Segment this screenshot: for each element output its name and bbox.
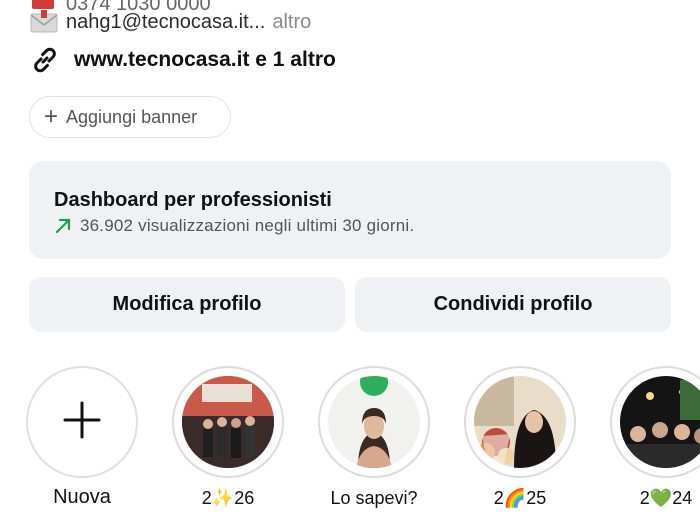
highlight-item[interactable]: 2💚24: [610, 366, 700, 509]
plus-icon: [62, 400, 102, 445]
highlight-cover-image: [474, 376, 566, 468]
highlight-cover-image: [620, 376, 700, 468]
email-more[interactable]: altro: [272, 11, 311, 34]
highlight-label: 2✨26: [201, 488, 255, 508]
website-link[interactable]: www.tecnocasa.it e 1 altro: [74, 48, 336, 72]
highlight-label: 2🌈25: [493, 488, 547, 508]
email-text: nahg1@tecnocasa.it...: [66, 10, 266, 33]
dashboard-stats: 36.902 visualizzazioni negli ultimi 30 g…: [80, 216, 415, 235]
highlight-label: 2💚24: [639, 488, 693, 508]
highlight-cover-image: [182, 376, 274, 468]
add-banner-button[interactable]: + Aggiungi banner: [29, 96, 231, 138]
edit-profile-button[interactable]: Modifica profilo: [29, 277, 345, 332]
highlight-item[interactable]: 2🌈25: [464, 366, 576, 509]
highlight-item[interactable]: 2✨26: [172, 366, 284, 509]
envelope-icon: [30, 10, 58, 34]
website-row[interactable]: www.tecnocasa.it e 1 altro: [30, 44, 336, 76]
share-profile-button[interactable]: Condividi profilo: [355, 277, 671, 332]
email-row[interactable]: nahg1@tecnocasa.it... altro: [30, 8, 311, 36]
link-icon: [30, 45, 60, 75]
add-banner-label: Aggiungi banner: [66, 106, 198, 127]
trend-up-arrow-icon: [54, 217, 72, 235]
highlight-label: Lo sapevi?: [330, 488, 418, 508]
professional-dashboard-card[interactable]: Dashboard per professionisti 36.902 visu…: [29, 161, 671, 259]
highlight-new[interactable]: Nuova: [26, 366, 138, 509]
highlight-item[interactable]: Lo sapevi?: [318, 366, 430, 509]
dashboard-title: Dashboard per professionisti: [54, 189, 332, 211]
highlight-cover-image: [328, 376, 420, 468]
highlight-label: Nuova: [53, 486, 111, 508]
plus-icon: +: [44, 103, 59, 130]
